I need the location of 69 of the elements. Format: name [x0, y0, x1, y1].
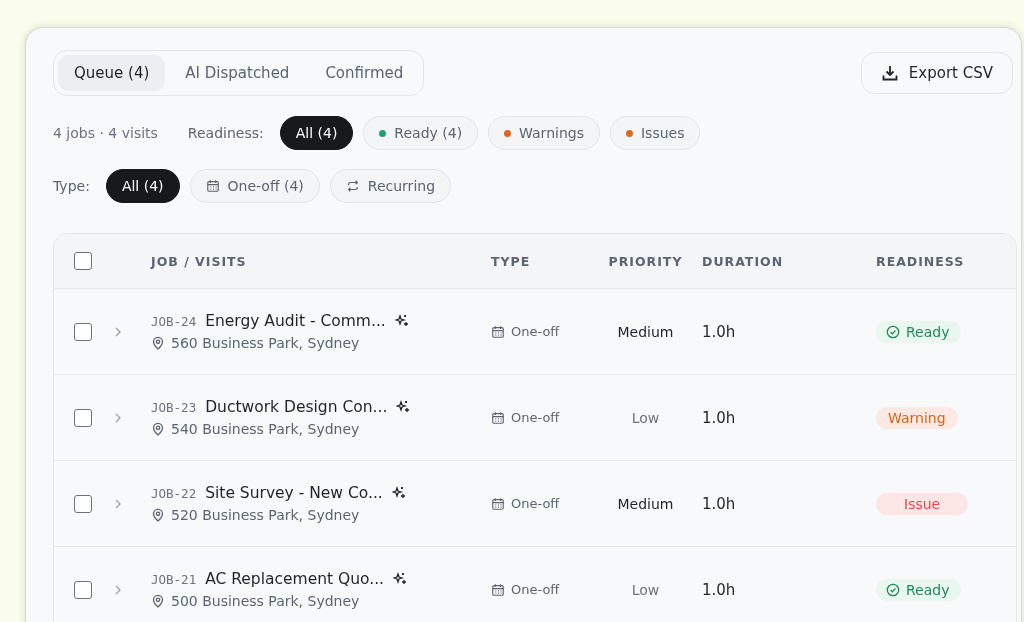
status-label: Ready: [906, 581, 950, 598]
checkbox[interactable]: [74, 322, 92, 341]
calendar-icon: [205, 179, 220, 193]
job-address: 540 Business Park, Sydney: [171, 421, 360, 437]
tab[interactable]: Confirmed: [309, 55, 420, 91]
column-header: PRIORITY: [607, 253, 684, 269]
location-pin-icon: [151, 422, 165, 436]
check-circle-icon: [886, 324, 900, 339]
job-address: 500 Business Park, Sydney: [171, 593, 360, 609]
sparkle-icon: [396, 400, 411, 414]
export-button[interactable]: Export CSV: [860, 52, 1013, 94]
calendar-icon: [491, 324, 505, 339]
job-duration: 1.0h: [702, 494, 737, 513]
filter-chip[interactable]: Recurring: [329, 169, 452, 203]
filter-chip[interactable]: All (4): [105, 169, 180, 203]
checkbox[interactable]: [74, 408, 92, 427]
job-type: One-off: [511, 496, 560, 511]
filter-chip[interactable]: Warnings: [488, 116, 600, 150]
filter-chip[interactable]: All (4): [279, 116, 354, 150]
checkbox[interactable]: [74, 494, 92, 513]
repeat-icon: [345, 179, 360, 193]
job-id: JOB-24: [151, 313, 197, 329]
status-label: Ready: [906, 323, 950, 340]
calendar-icon: [491, 410, 505, 425]
status-label: Issue: [904, 495, 941, 512]
job-duration: 1.0h: [702, 580, 737, 599]
job-id: JOB-23: [151, 399, 197, 415]
summary-text: 4 jobs · 4 visits: [53, 125, 158, 141]
sparkle-icon: [394, 314, 409, 328]
location-pin-icon: [151, 594, 165, 608]
checkbox[interactable]: [74, 580, 92, 599]
calendar-icon: [491, 582, 505, 597]
calendar-icon: [491, 496, 505, 511]
job-id: JOB-22: [151, 485, 197, 501]
job-duration: 1.0h: [702, 322, 737, 341]
location-pin-icon: [151, 336, 165, 350]
job-priority: Medium: [616, 495, 675, 512]
column-header: DURATION: [702, 253, 785, 269]
column-header: JOB / VISITS: [151, 253, 248, 269]
job-title: Ductwork Design Con...: [205, 398, 388, 416]
job-address: 560 Business Park, Sydney: [171, 335, 360, 351]
job-priority: Low: [630, 409, 661, 426]
filter-chip[interactable]: One-off (4): [189, 169, 320, 203]
filter-chip[interactable]: Ready (4): [363, 116, 479, 150]
filter-label: Type:: [53, 178, 90, 194]
location-pin-icon: [151, 508, 165, 522]
sparkle-icon: [393, 572, 408, 586]
tab[interactable]: AI Dispatched: [169, 55, 306, 91]
job-address: 520 Business Park, Sydney: [171, 507, 360, 523]
tab[interactable]: Queue (4): [58, 55, 166, 91]
job-title: Site Survey - New Co...: [205, 484, 383, 502]
download-icon: [880, 64, 899, 82]
status-label: Warning: [888, 409, 946, 426]
job-priority: Medium: [616, 323, 675, 340]
job-id: JOB-21: [151, 571, 197, 587]
filter-label: Readiness:: [187, 125, 264, 141]
job-duration: 1.0h: [702, 408, 737, 427]
sparkle-icon: [391, 486, 406, 500]
column-header: READINESS: [876, 253, 966, 269]
checkbox[interactable]: [74, 252, 92, 270]
filter-chip[interactable]: Issues: [609, 116, 701, 150]
job-type: One-off: [511, 582, 560, 597]
job-type: One-off: [511, 324, 560, 339]
job-priority: Low: [630, 581, 661, 598]
job-title: Energy Audit - Comm...: [205, 312, 386, 330]
check-circle-icon: [886, 582, 900, 597]
job-type: One-off: [511, 410, 560, 425]
column-header: TYPE: [491, 253, 532, 269]
job-title: AC Replacement Quo...: [205, 570, 385, 588]
